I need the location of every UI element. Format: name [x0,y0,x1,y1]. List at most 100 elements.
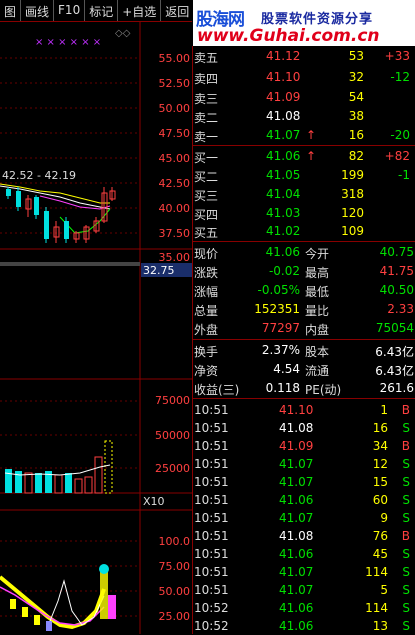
f10-button[interactable]: F10 [54,0,86,21]
tick-volume: 114 [365,601,388,615]
tick-row[interactable]: 10:51 41.09 34 B [193,438,415,455]
bid-volume: 82 [348,149,364,163]
price-axis-label: 35.00 [159,251,191,264]
tick-row[interactable]: 10:52 41.06 13 S [193,618,415,635]
ask-change: -20 [390,128,410,142]
price-axis-label: 50.00 [159,102,191,115]
tick-row[interactable]: 10:51 41.06 45 S [193,546,415,563]
ask-volume: 54 [348,90,364,104]
stat-label: PE(动) [305,383,342,397]
tick-side: S [402,565,410,579]
stat-label: 换手 [194,345,219,359]
indicator-axis-label: 50.00 [159,585,191,598]
indicator-plot [0,564,116,631]
tick-side: B [401,529,410,543]
stat-label: 股本 [305,345,330,359]
ask-price: 41.10 [266,70,301,84]
tick-row[interactable]: 10:51 41.10 1 B [193,402,415,419]
stock-chart[interactable]: × × × × × × ◇◇ 55.00 52.50 50.00 47.50 4… [0,21,192,634]
tick-price: 41.06 [279,493,314,507]
ask-label: 卖四 [194,72,219,86]
tick-time: 10:51 [194,457,229,471]
stat-label: 收益(三) [194,383,240,397]
divider [193,398,415,399]
tick-row[interactable]: 10:51 41.06 60 S [193,492,415,509]
ask-row-3[interactable]: 卖三 41.09 54 [193,89,415,106]
tick-time: 10:51 [194,475,229,489]
tick-volume: 60 [372,493,388,507]
tick-row[interactable]: 10:52 41.06 114 S [193,600,415,617]
bid-label: 买二 [194,170,219,184]
volume-axis-label: 25000 [155,462,190,475]
stat-label: 涨幅 [194,285,219,299]
stat-label: 涨跌 [194,266,219,280]
eps-value: 0.118 [265,381,300,395]
bid-row-3[interactable]: 买三 41.04 318 [193,186,415,203]
price-axis-label: 40.00 [159,202,191,215]
ask-row-5[interactable]: 卖五 41.12 53 +33 [193,48,415,65]
draw-line-button[interactable]: 画线 [21,0,55,21]
ask-volume: 16 [348,128,364,142]
tick-price: 41.06 [279,619,314,633]
toolbar: 图 画线 F10 标记 +自选 返回 [0,0,195,22]
tick-volume: 76 [372,529,388,543]
price-axis-label: 45.00 [159,152,191,165]
ask-price: 41.12 [266,49,301,63]
bid-label: 买五 [194,226,219,240]
tick-side: B [401,439,410,453]
ask-row-1[interactable]: 卖一 41.07 ↑ 16 -20 [193,127,415,144]
ask-row-4[interactable]: 卖四 41.10 32 -12 [193,69,415,86]
tick-row[interactable]: 10:51 41.07 12 S [193,456,415,473]
tick-volume: 9 [380,511,388,525]
ask-row-2[interactable]: 卖二 41.08 38 [193,108,415,125]
tick-volume: 16 [372,421,388,435]
tick-volume: 45 [372,547,388,561]
indicator-axis-label: 25.00 [159,610,191,623]
bid-row-4[interactable]: 买四 41.03 120 [193,205,415,222]
price-axis-label: 47.50 [159,127,191,140]
brand-url: www.Guhai.com.cn [197,26,380,46]
stat-label: 今开 [305,247,330,261]
tick-price: 41.07 [279,457,314,471]
tick-volume: 15 [372,475,388,489]
tick-side: S [402,475,410,489]
change-value: -0.02 [268,264,300,278]
tick-row[interactable]: 10:51 41.07 5 S [193,582,415,599]
stats-row: 换手 2.37% 股本 6.43亿 [193,342,415,359]
bid-change: +82 [384,149,410,163]
tick-volume: 12 [372,457,388,471]
ask-label: 卖一 [194,130,219,144]
back-button[interactable]: 返回 [161,0,195,21]
bid-row-5[interactable]: 买五 41.02 109 [193,223,415,240]
stat-label: 最高 [305,266,330,280]
tick-row[interactable]: 10:51 41.08 76 B [193,528,415,545]
stats-row: 收益(三) 0.118 PE(动) 261.6 [193,380,415,397]
ask-change: -12 [390,70,410,84]
stat-label: 总量 [194,304,219,318]
diamond-icon: ◇◇ [115,28,131,39]
stats-row: 现价 41.06 今开 40.75 [193,244,415,261]
bid-price: 41.05 [266,168,301,182]
mark-button[interactable]: 标记 [85,0,119,21]
chart-button[interactable]: 图 [0,0,22,21]
tick-price: 41.08 [279,529,314,543]
tick-time: 10:52 [194,601,229,615]
bid-row-2[interactable]: 买二 41.05 199 -1 [193,167,415,184]
add-watchlist-button[interactable]: +自选 [118,0,162,21]
tick-row[interactable]: 10:51 41.07 15 S [193,474,415,491]
ask-volume: 38 [348,109,364,123]
tick-row[interactable]: 10:51 41.07 9 S [193,510,415,527]
divider [193,241,415,242]
tick-row[interactable]: 10:51 41.07 114 S [193,564,415,581]
tick-time: 10:51 [194,421,229,435]
ask-label: 卖二 [194,111,219,125]
tick-time: 10:52 [194,619,229,633]
bid-price: 41.02 [266,224,301,238]
bid-row-1[interactable]: 买一 41.06 ↑ 82 +82 [193,148,415,165]
tick-row[interactable]: 10:51 41.08 16 S [193,420,415,437]
tick-price: 41.06 [279,547,314,561]
tick-price: 41.07 [279,511,314,525]
tick-time: 10:51 [194,583,229,597]
total-volume-value: 152351 [254,302,300,316]
stats-row: 总量 152351 量比 2.33 [193,301,415,318]
